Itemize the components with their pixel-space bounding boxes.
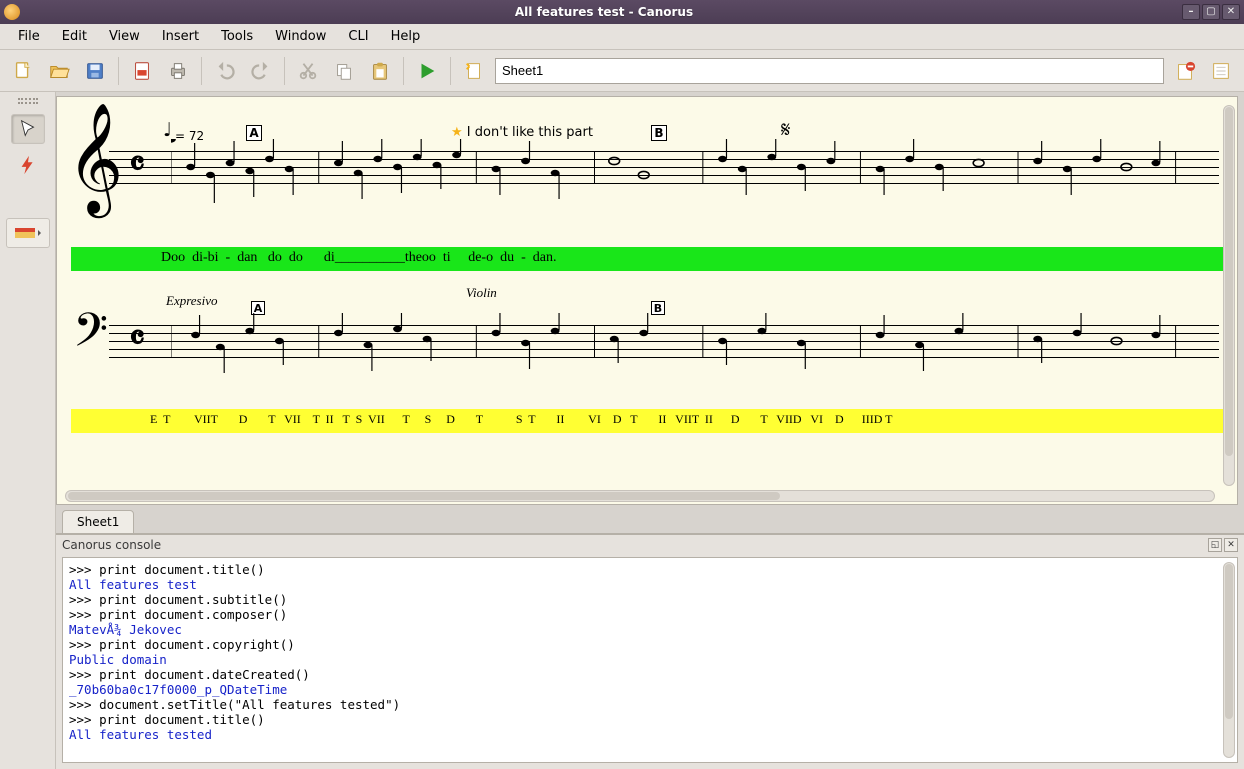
console-input-line: >>> print document.subtitle() bbox=[69, 592, 1231, 607]
sheet-properties-button[interactable] bbox=[1206, 56, 1236, 86]
console-input-line: >>> print document.title() bbox=[69, 712, 1231, 727]
minimize-button[interactable]: – bbox=[1182, 4, 1200, 20]
redo-button[interactable] bbox=[246, 56, 276, 86]
sheet-tab-bar: Sheet1 bbox=[56, 505, 1244, 533]
menu-edit[interactable]: Edit bbox=[52, 26, 97, 47]
console-pane: Canorus console ◱ ✕ >>> print document.t… bbox=[56, 533, 1244, 769]
console-title: Canorus console bbox=[62, 538, 161, 552]
rehearsal-mark: A bbox=[251, 301, 265, 315]
maximize-button[interactable]: ▢ bbox=[1202, 4, 1220, 20]
toolbar-separator bbox=[201, 57, 202, 85]
console-vertical-scrollbar[interactable] bbox=[1223, 562, 1235, 758]
menu-help[interactable]: Help bbox=[381, 26, 431, 47]
paste-button[interactable] bbox=[365, 56, 395, 86]
console-output-line: All features tested bbox=[69, 727, 1231, 742]
lyrics-strip-green[interactable]: Doo di-bi - dan do do di__________theoo … bbox=[71, 247, 1223, 271]
menu-tools[interactable]: Tools bbox=[211, 26, 263, 47]
undo-icon bbox=[214, 60, 236, 82]
cursor-icon bbox=[17, 118, 39, 140]
new-file-icon bbox=[12, 60, 34, 82]
console-detach-button[interactable]: ◱ bbox=[1208, 538, 1222, 552]
console-input-line: >>> print document.dateCreated() bbox=[69, 667, 1231, 682]
console-output-line: _70b60ba0c17f0000_p_QDateTime bbox=[69, 682, 1231, 697]
save-icon bbox=[84, 60, 106, 82]
lightning-note-icon bbox=[17, 154, 39, 176]
bass-clef-icon: 𝄢 bbox=[75, 309, 108, 351]
undo-button[interactable] bbox=[210, 56, 240, 86]
toolbar-separator bbox=[450, 57, 451, 85]
rehearsal-mark: A bbox=[246, 125, 262, 141]
sheet-tab[interactable]: Sheet1 bbox=[62, 510, 134, 534]
cut-icon bbox=[297, 60, 319, 82]
sheet-notes-icon bbox=[1210, 60, 1232, 82]
expression-text: Expresivo bbox=[166, 293, 218, 309]
star-icon: ★ bbox=[451, 125, 463, 140]
menu-insert[interactable]: Insert bbox=[152, 26, 209, 47]
console-input-line: >>> document.setTitle("All features test… bbox=[69, 697, 1231, 712]
menu-cli[interactable]: CLI bbox=[338, 26, 378, 47]
print-button[interactable] bbox=[163, 56, 193, 86]
menu-bar: File Edit View Insert Tools Window CLI H… bbox=[0, 24, 1244, 50]
new-button[interactable] bbox=[8, 56, 38, 86]
console-output-line: MatevÅ¾ Jekovec bbox=[69, 622, 1231, 637]
print-icon bbox=[167, 60, 189, 82]
score-settings-button[interactable] bbox=[459, 56, 489, 86]
sparkle-page-icon bbox=[463, 60, 485, 82]
insert-note-tool[interactable] bbox=[11, 150, 45, 180]
toolbar-separator bbox=[403, 57, 404, 85]
play-button[interactable] bbox=[412, 56, 442, 86]
console-output-line: Public domain bbox=[69, 652, 1231, 667]
cut-button[interactable] bbox=[293, 56, 323, 86]
paste-icon bbox=[369, 60, 391, 82]
open-folder-icon bbox=[48, 60, 70, 82]
save-button[interactable] bbox=[80, 56, 110, 86]
play-icon bbox=[416, 60, 438, 82]
console-input-line: >>> print document.composer() bbox=[69, 607, 1231, 622]
redo-icon bbox=[250, 60, 272, 82]
annotation-text: I don't like this part bbox=[467, 125, 593, 140]
rehearsal-mark: B bbox=[651, 301, 665, 315]
score-vertical-scrollbar[interactable] bbox=[1223, 105, 1235, 486]
left-toolbox bbox=[0, 92, 56, 769]
score-horizontal-scrollbar[interactable] bbox=[65, 490, 1215, 502]
annotation: ★ I don't like this part bbox=[451, 125, 593, 140]
app-icon bbox=[4, 4, 20, 20]
sheet-name-input[interactable] bbox=[495, 58, 1164, 84]
segno-icon: 𝄋 bbox=[781, 117, 790, 143]
toolbar-separator bbox=[118, 57, 119, 85]
toolbar bbox=[0, 50, 1244, 92]
select-tool[interactable] bbox=[11, 114, 45, 144]
tempo-text: = 72 bbox=[175, 129, 204, 143]
rehearsal-mark: B bbox=[651, 125, 667, 141]
toolbar-separator bbox=[284, 57, 285, 85]
instrument-hint: Violin bbox=[466, 285, 497, 301]
title-bar: All features test - Canorus – ▢ ✕ bbox=[0, 0, 1244, 24]
delete-sheet-button[interactable] bbox=[1170, 56, 1200, 86]
voice-color-tool[interactable] bbox=[6, 218, 50, 248]
staff-treble[interactable]: ♩ = 72 A ★ I don't like this part B 𝄋 𝄞 … bbox=[71, 111, 1223, 231]
menu-window[interactable]: Window bbox=[265, 26, 336, 47]
export-pdf-button[interactable] bbox=[127, 56, 157, 86]
console-output-line: All features test bbox=[69, 577, 1231, 592]
toolbox-handle[interactable] bbox=[18, 98, 38, 104]
copy-icon bbox=[333, 60, 355, 82]
console-input-line: >>> print document.copyright() bbox=[69, 637, 1231, 652]
close-button[interactable]: ✕ bbox=[1222, 4, 1240, 20]
staff-lines bbox=[109, 325, 1219, 365]
lyrics-strip-yellow[interactable]: E T VIIT D T VII T II T S VII T S D T S … bbox=[71, 409, 1223, 433]
pdf-icon bbox=[131, 60, 153, 82]
window-title: All features test - Canorus bbox=[26, 5, 1182, 19]
menu-file[interactable]: File bbox=[8, 26, 50, 47]
staff-lines bbox=[109, 151, 1219, 191]
console-input-line: >>> print document.title() bbox=[69, 562, 1231, 577]
console-close-button[interactable]: ✕ bbox=[1224, 538, 1238, 552]
score-view[interactable]: ♩ = 72 A ★ I don't like this part B 𝄋 𝄞 … bbox=[56, 96, 1238, 505]
open-button[interactable] bbox=[44, 56, 74, 86]
copy-button[interactable] bbox=[329, 56, 359, 86]
menu-view[interactable]: View bbox=[99, 26, 150, 47]
voice-color-icon bbox=[13, 224, 43, 242]
delete-sheet-icon bbox=[1174, 60, 1196, 82]
console-body[interactable]: >>> print document.title()All features t… bbox=[62, 557, 1238, 763]
staff-bass[interactable]: Expresivo A Violin B 𝄢 𝄴 bbox=[71, 285, 1223, 405]
